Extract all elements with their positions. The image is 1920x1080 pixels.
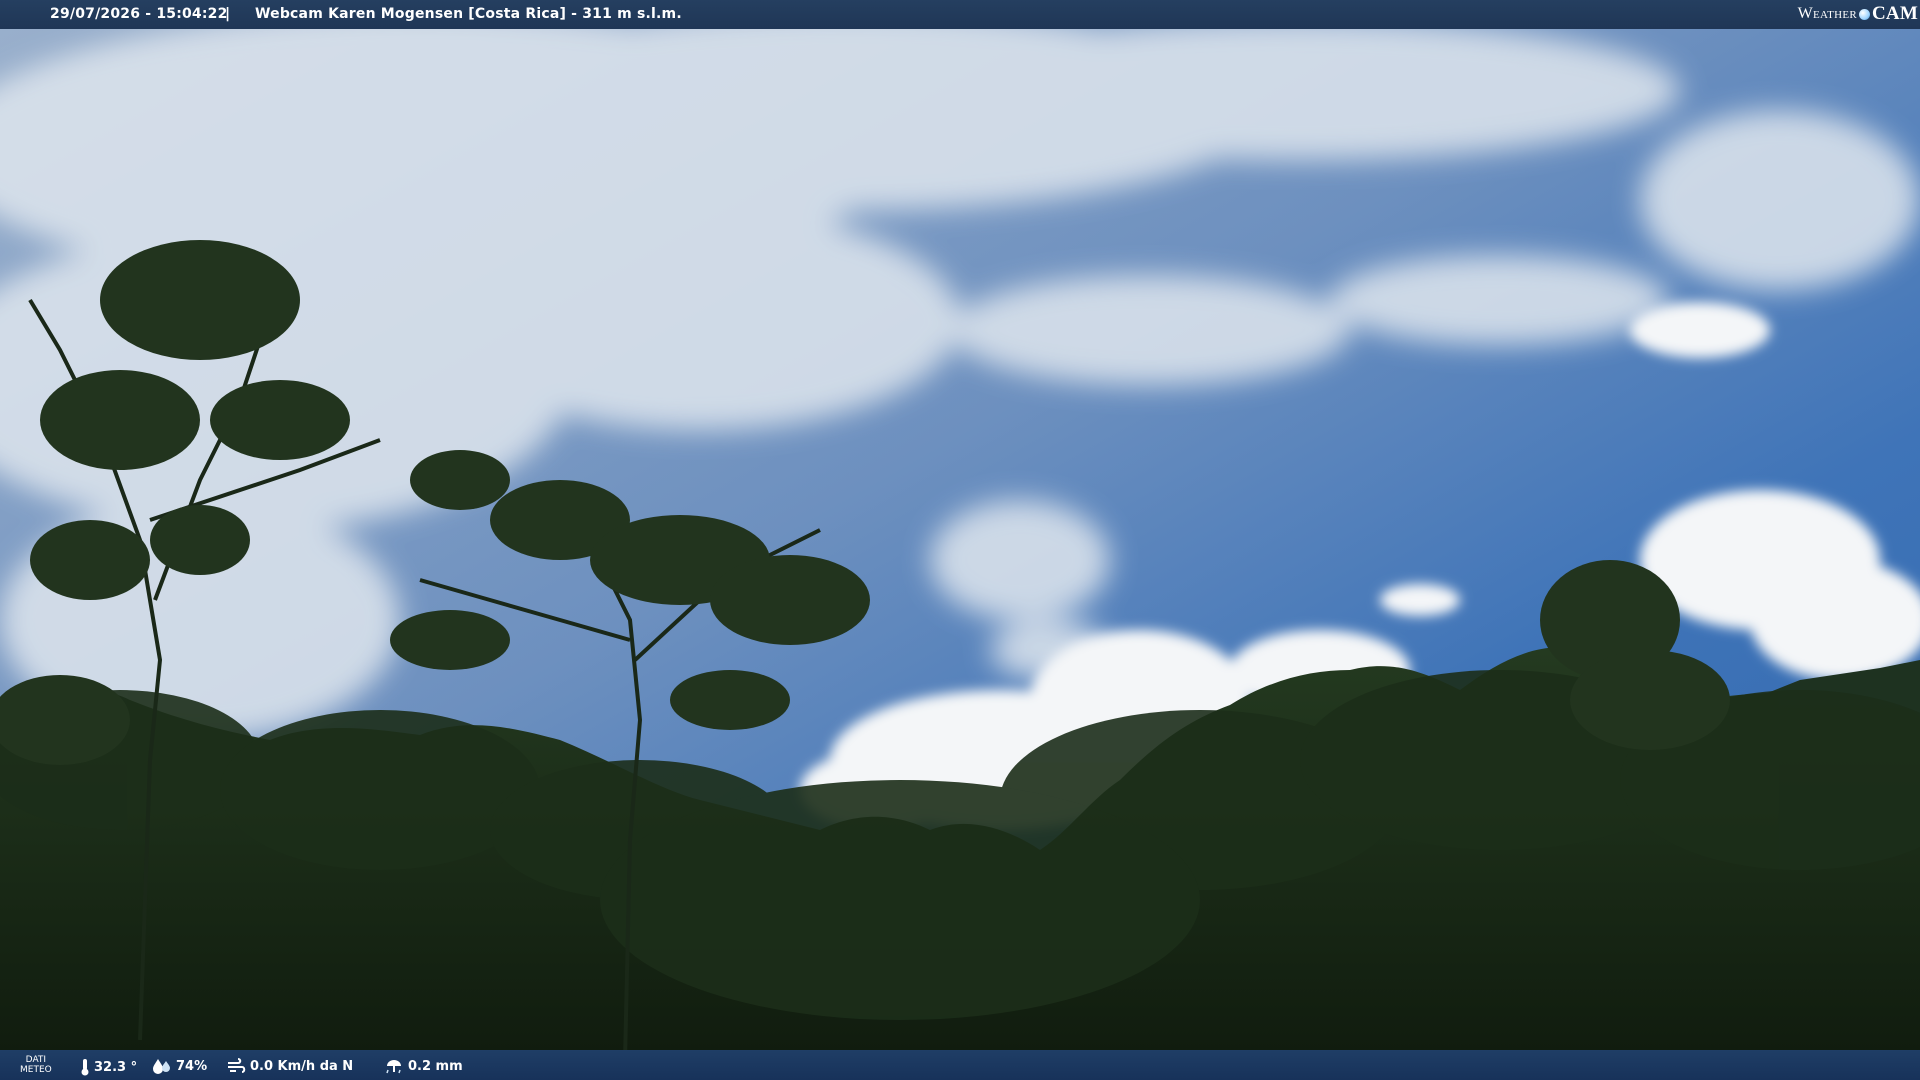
weather-data-label: DATI METEO	[20, 1055, 52, 1075]
weathercam-logo: Weather CAM	[1798, 2, 1918, 26]
temperature-reading: 32.3 °	[80, 1058, 137, 1076]
temperature-value: 32.3 °	[94, 1059, 138, 1075]
humidity-drops-icon	[153, 1059, 170, 1074]
thermometer-icon	[81, 1059, 89, 1076]
logo-word-cam: CAM	[1872, 3, 1918, 24]
capture-datetime: 29/07/2026 - 15:04:22	[50, 6, 228, 22]
humidity-value: 74%	[176, 1058, 208, 1074]
rain-gauge-icon	[386, 1060, 401, 1074]
humidity-reading: 74%	[152, 1058, 207, 1074]
webcam-image	[0, 0, 1920, 1080]
logo-word-weather: Weather	[1797, 5, 1858, 22]
wind-value: 0.0 Km/h da N	[250, 1058, 354, 1074]
label-line-2: METEO	[20, 1065, 52, 1075]
header-separator: |	[225, 6, 231, 22]
label-line-1: DATI	[25, 1055, 47, 1065]
rain-reading: 0.2 mm	[384, 1058, 463, 1074]
rain-value: 0.2 mm	[408, 1058, 463, 1074]
weather-data-bar: DATI METEO 32.3 ° 74% 0.0 Km/h da N 0.2 …	[0, 1050, 1920, 1080]
webcam-title: Webcam Karen Mogensen [Costa Rica] - 311…	[255, 6, 682, 22]
wind-icon	[228, 1058, 246, 1073]
top-info-bar: 29/07/2026 - 15:04:22 | Webcam Karen Mog…	[0, 0, 1920, 29]
globe-icon	[1859, 8, 1871, 20]
wind-reading: 0.0 Km/h da N	[226, 1058, 353, 1074]
